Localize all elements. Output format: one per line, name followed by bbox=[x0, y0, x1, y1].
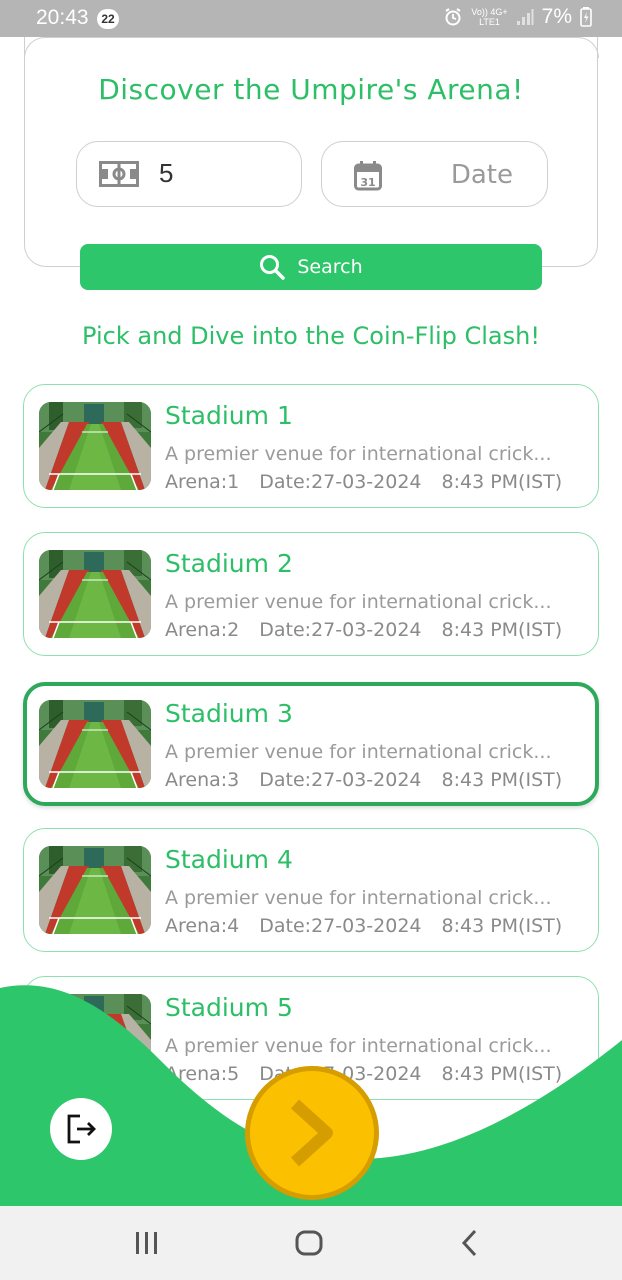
stadium-meta: Arena:2 Date:27-03-2024 8:43 PM(IST) bbox=[165, 619, 562, 641]
stadium-arena: Arena:1 bbox=[165, 471, 240, 493]
stadium-thumbnail bbox=[39, 402, 151, 490]
stadium-arena: Arena:4 bbox=[165, 915, 240, 937]
arena-input-value: 5 bbox=[159, 158, 174, 188]
stadium-arena: Arena:2 bbox=[165, 619, 240, 641]
date-input[interactable]: 31 Date bbox=[321, 141, 548, 207]
logout-button[interactable] bbox=[50, 1098, 112, 1160]
status-bar: 20:43 22 Vo)) 4G+ LTE1 7% bbox=[0, 0, 622, 37]
stadium-date: Date:27-03-2024 bbox=[259, 471, 422, 493]
stadium-name: Stadium 2 bbox=[165, 549, 293, 578]
notification-badge: 22 bbox=[97, 9, 119, 29]
stadium-time: 8:43 PM(IST) bbox=[441, 619, 563, 641]
stadium-name: Stadium 3 bbox=[165, 699, 293, 728]
back-icon[interactable] bbox=[458, 1228, 482, 1258]
next-button[interactable] bbox=[245, 1066, 379, 1200]
stadium-arena: Arena:3 bbox=[165, 769, 240, 791]
stadium-card-3[interactable]: Stadium 3 A premier venue for internatio… bbox=[23, 682, 599, 806]
stadium-description: A premier venue for international crick.… bbox=[165, 443, 552, 465]
stadium-time: 8:43 PM(IST) bbox=[441, 471, 563, 493]
system-nav-bar bbox=[0, 1206, 622, 1280]
stadium-date: Date:27-03-2024 bbox=[259, 619, 422, 641]
arena-input[interactable]: 5 bbox=[76, 141, 302, 207]
chevron-right-icon bbox=[290, 1099, 333, 1167]
search-card-title: Discover the Umpire's Arena! bbox=[98, 73, 524, 106]
stadium-card-1[interactable]: Stadium 1 A premier venue for internatio… bbox=[23, 384, 599, 508]
stadium-name: Stadium 4 bbox=[165, 845, 293, 874]
stadium-card-2[interactable]: Stadium 2 A premier venue for internatio… bbox=[23, 532, 599, 656]
alarm-icon bbox=[445, 8, 461, 26]
stadium-field-icon bbox=[99, 161, 139, 187]
signal-icon bbox=[516, 9, 534, 25]
battery-icon bbox=[580, 7, 592, 27]
search-card: Discover the Umpire's Arena! 5 31 Date bbox=[23, 37, 599, 267]
stadium-date: Date:27-03-2024 bbox=[259, 769, 422, 791]
stadium-card-4[interactable]: Stadium 4 A premier venue for internatio… bbox=[23, 828, 599, 952]
list-subtitle: Pick and Dive into the Coin-Flip Clash! bbox=[82, 322, 540, 350]
stadium-time: 8:43 PM(IST) bbox=[441, 915, 563, 937]
stadium-description: A premier venue for international crick.… bbox=[165, 741, 552, 763]
search-icon bbox=[260, 255, 286, 280]
network-indicator: Vo)) 4G+ LTE1 bbox=[471, 7, 508, 27]
search-button-label: Search bbox=[297, 256, 363, 278]
calendar-icon: 31 bbox=[354, 161, 382, 191]
stadium-meta: Arena:4 Date:27-03-2024 8:43 PM(IST) bbox=[165, 915, 562, 937]
search-button[interactable]: Search bbox=[80, 244, 542, 290]
recent-apps-icon[interactable] bbox=[134, 1228, 160, 1258]
date-placeholder: Date bbox=[450, 160, 513, 190]
stadium-thumbnail bbox=[39, 846, 151, 934]
home-icon[interactable] bbox=[294, 1228, 324, 1258]
stadium-time: 8:43 PM(IST) bbox=[441, 769, 563, 791]
svg-text:31: 31 bbox=[360, 176, 375, 189]
stadium-name: Stadium 1 bbox=[165, 401, 293, 430]
stadium-thumbnail bbox=[39, 700, 151, 788]
status-time: 20:43 bbox=[36, 6, 89, 29]
status-icons: Vo)) 4G+ LTE1 7% bbox=[443, 5, 592, 29]
stadium-description: A premier venue for international crick.… bbox=[165, 887, 552, 909]
stadium-thumbnail bbox=[39, 550, 151, 638]
logout-icon bbox=[67, 1114, 96, 1144]
battery-percent: 7% bbox=[541, 5, 572, 28]
stadium-date: Date:27-03-2024 bbox=[259, 915, 422, 937]
stadium-description: A premier venue for international crick.… bbox=[165, 591, 552, 613]
stadium-meta: Arena:3 Date:27-03-2024 8:43 PM(IST) bbox=[165, 769, 562, 791]
stadium-meta: Arena:1 Date:27-03-2024 8:43 PM(IST) bbox=[165, 471, 562, 493]
